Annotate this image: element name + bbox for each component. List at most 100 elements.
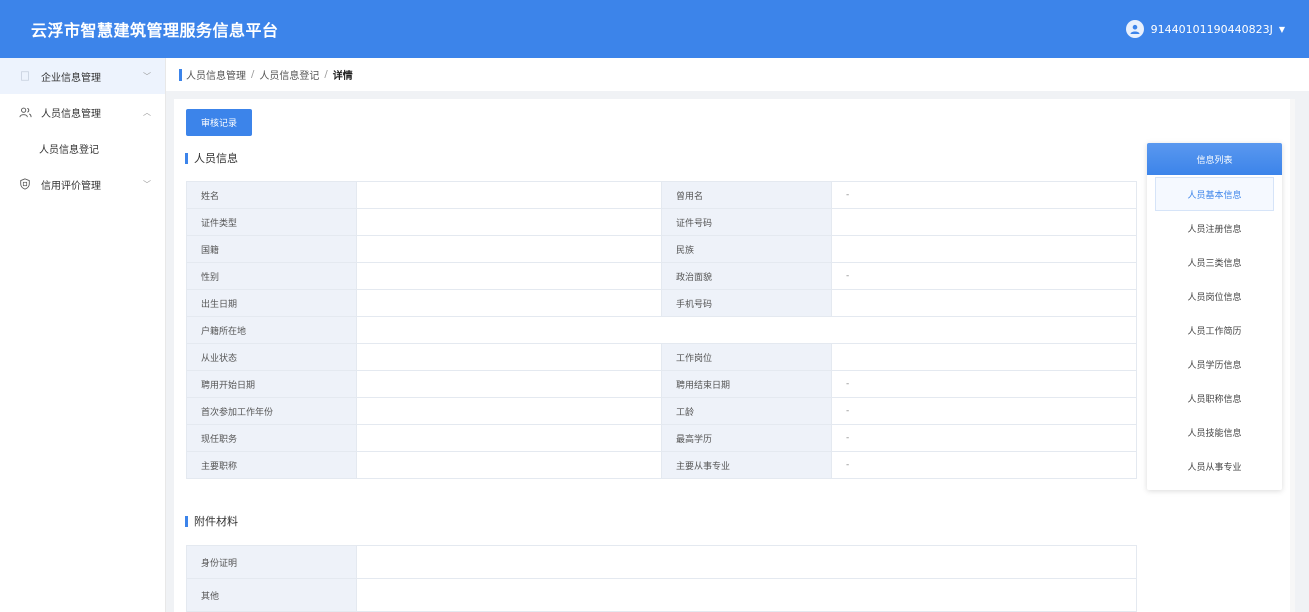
section-marker (185, 515, 188, 527)
field-value (831, 235, 1137, 263)
breadcrumb-separator: / (251, 69, 255, 80)
table-row: 其他 (186, 578, 1137, 612)
attachment-section-title: 附件材料 (185, 513, 238, 529)
sidebar-item-label: 信用评价管理 (41, 180, 101, 192)
field-label: 政治面貌 (661, 262, 832, 290)
info-list-item-skills[interactable]: 人员技能信息 (1147, 415, 1282, 449)
top-header: 云浮市智慧建筑管理服务信息平台 91440101190440823J ▼ (0, 0, 1309, 58)
attachment-value (356, 545, 1137, 579)
table-row: 身份证明 (186, 545, 1137, 579)
attachment-value (356, 578, 1137, 612)
table-row: 主要职称 主要从事专业 - (186, 451, 1137, 479)
field-label: 曾用名 (661, 181, 832, 209)
sidebar-item-company[interactable]: 企业信息管理 ﹀ (0, 58, 165, 94)
table-row: 首次参加工作年份 工龄 - (186, 397, 1137, 425)
field-value (356, 208, 662, 236)
field-label: 性别 (186, 262, 357, 290)
table-row: 从业状态 工作岗位 (186, 343, 1137, 371)
field-value (831, 208, 1137, 236)
avatar (1125, 20, 1144, 38)
chevron-down-icon: ﹀ (143, 71, 151, 81)
field-value: - (831, 397, 1137, 425)
field-value (356, 181, 662, 209)
field-value (831, 289, 1137, 317)
field-value: - (831, 424, 1137, 452)
table-row: 聘用开始日期 聘用结束日期 - (186, 370, 1137, 398)
chevron-down-icon: ﹀ (143, 179, 151, 189)
field-label: 主要职称 (186, 451, 357, 479)
person-section-title: 人员信息 (185, 150, 238, 166)
field-value (356, 262, 662, 290)
chevron-up-icon: ︿ (143, 107, 151, 117)
field-label: 最高学历 (661, 424, 832, 452)
sidebar-item-label: 企业信息管理 (41, 72, 101, 84)
field-label: 工作岗位 (661, 343, 832, 371)
info-list-item-education[interactable]: 人员学历信息 (1147, 347, 1282, 381)
sidebar: 企业信息管理 ﹀ 人员信息管理 ︿ 人员信息登记 信用评价管理 ﹀ (0, 58, 166, 612)
info-list-item-resume[interactable]: 人员工作简历 (1147, 313, 1282, 347)
info-list-item-post[interactable]: 人员岗位信息 (1147, 279, 1282, 313)
sidebar-item-label: 人员信息登记 (39, 144, 99, 156)
sidebar-item-credit[interactable]: 信用评价管理 ﹀ (0, 166, 165, 202)
field-value: - (831, 451, 1137, 479)
table-row: 性别 政治面貌 - (186, 262, 1137, 290)
table-row: 现任职务 最高学历 - (186, 424, 1137, 452)
sidebar-item-label: 人员信息管理 (41, 108, 101, 120)
attachment-label: 其他 (186, 578, 357, 612)
info-list-item-registration[interactable]: 人员注册信息 (1147, 211, 1282, 245)
info-list-panel: 信息列表 人员基本信息 人员注册信息 人员三类信息 人员岗位信息 人员工作简历 … (1147, 143, 1282, 490)
info-list-item-title[interactable]: 人员职称信息 (1147, 381, 1282, 415)
sidebar-item-personnel[interactable]: 人员信息管理 ︿ (0, 94, 165, 130)
field-value (356, 343, 662, 371)
field-value (356, 316, 1137, 344)
sidebar-subitem-personnel-register[interactable]: 人员信息登记 (0, 130, 165, 166)
info-list-title: 信息列表 (1147, 143, 1282, 175)
attachment-label: 身份证明 (186, 545, 357, 579)
field-value (356, 235, 662, 263)
breadcrumb-current: 详情 (332, 71, 353, 82)
section-marker (185, 152, 188, 164)
field-label: 聘用开始日期 (186, 370, 357, 398)
table-row: 姓名 曾用名 - (186, 181, 1137, 209)
field-value (831, 343, 1137, 371)
field-label: 工龄 (661, 397, 832, 425)
field-label: 主要从事专业 (661, 451, 832, 479)
section-title-text: 人员信息 (194, 152, 238, 165)
user-menu[interactable]: 91440101190440823J ▼ (1125, 20, 1285, 38)
info-list-item-basic[interactable]: 人员基本信息 (1155, 177, 1274, 211)
field-label: 姓名 (186, 181, 357, 209)
field-label: 首次参加工作年份 (186, 397, 357, 425)
field-label: 手机号码 (661, 289, 832, 317)
field-value: - (831, 181, 1137, 209)
field-label: 从业状态 (186, 343, 357, 371)
field-label: 证件类型 (186, 208, 357, 236)
breadcrumb-marker (179, 68, 182, 81)
user-icon (1130, 24, 1140, 34)
field-value: - (831, 262, 1137, 290)
building-icon (18, 69, 32, 83)
field-label: 出生日期 (186, 289, 357, 317)
audit-record-button[interactable]: 审核记录 (186, 109, 252, 136)
info-list-item-three-types[interactable]: 人员三类信息 (1147, 245, 1282, 279)
table-row: 证件类型 证件号码 (186, 208, 1137, 236)
table-row: 户籍所在地 (186, 316, 1137, 344)
app-title: 云浮市智慧建筑管理服务信息平台 (31, 21, 279, 40)
section-title-text: 附件材料 (194, 515, 238, 528)
username: 91440101190440823J (1150, 22, 1273, 36)
breadcrumb-item[interactable]: 人员信息管理 (186, 67, 246, 82)
field-label: 聘用结束日期 (661, 370, 832, 398)
field-value (356, 451, 662, 479)
content-scrollbar[interactable] (1290, 99, 1295, 612)
field-value (356, 397, 662, 425)
shield-icon (18, 177, 32, 191)
person-info-table: 姓名 曾用名 - 证件类型 证件号码 国籍 民族 性别 政治面貌 - 出生日期 … (186, 181, 1137, 479)
attachment-table: 身份证明 其他 (186, 545, 1137, 612)
field-label: 现任职务 (186, 424, 357, 452)
breadcrumb-item[interactable]: 人员信息登记 (259, 67, 319, 82)
table-row: 出生日期 手机号码 (186, 289, 1137, 317)
field-label: 证件号码 (661, 208, 832, 236)
info-list-item-major[interactable]: 人员从事专业 (1147, 449, 1282, 483)
breadcrumb: 人员信息管理 / 人员信息登记 / 详情 (166, 58, 1309, 91)
breadcrumb-separator: / (324, 69, 328, 80)
caret-down-icon: ▼ (1278, 24, 1285, 34)
